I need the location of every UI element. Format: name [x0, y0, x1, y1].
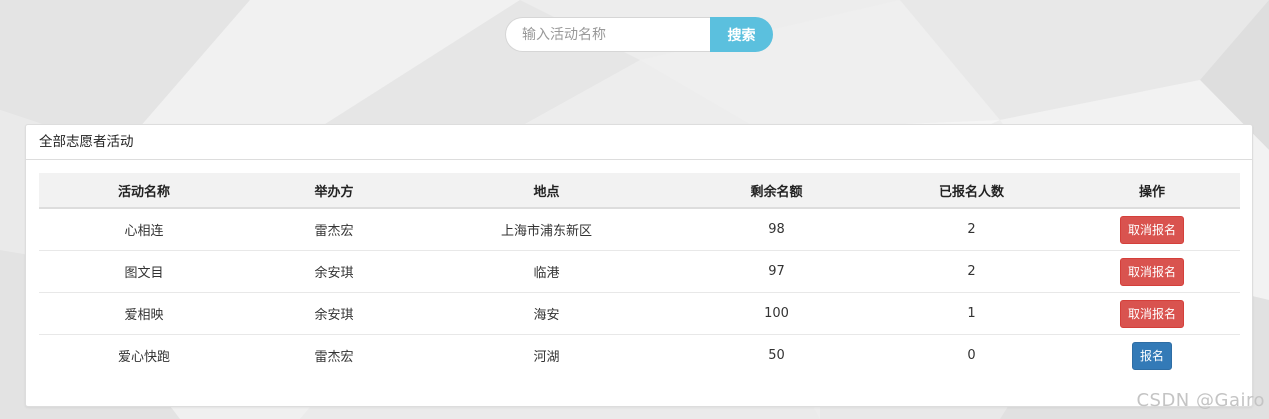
column-header-remaining: 剩余名额	[674, 173, 879, 209]
cell-remaining: 100	[674, 292, 879, 335]
cell-remaining: 50	[674, 334, 879, 376]
cell-activity-name: 图文目	[39, 250, 249, 293]
cancel-signup-button[interactable]: 取消报名	[1119, 299, 1184, 328]
cancel-signup-button[interactable]: 取消报名	[1119, 257, 1184, 286]
cell-remaining: 97	[674, 250, 879, 293]
cell-enrolled: 2	[879, 250, 1064, 293]
search-bar: 搜索	[505, 17, 773, 52]
cell-activity-name: 爱心快跑	[39, 334, 249, 376]
cell-organizer: 雷杰宏	[314, 224, 354, 239]
table-row: 爱相映 余安琪 海安 100 1 取消报名	[39, 292, 1240, 335]
cell-activity-name: 心相连	[124, 224, 164, 239]
search-input[interactable]	[505, 17, 710, 52]
watermark: CSDN @Gairo	[1136, 390, 1265, 411]
table-header-row: 活动名称 举办方 地点 剩余名额 已报名人数 操作	[39, 173, 1240, 209]
column-header-enrolled: 已报名人数	[879, 173, 1064, 209]
cell-action: 报名	[1064, 334, 1240, 376]
activities-table-wrapper: 活动名称 举办方 地点 剩余名额 已报名人数 操作 心相连 雷杰宏 上海市浦东新…	[39, 173, 1240, 376]
cell-remaining: 98	[768, 222, 785, 237]
cell-location: 上海市浦东新区	[500, 224, 592, 239]
search-button[interactable]: 搜索	[710, 17, 773, 52]
column-header-name: 活动名称	[39, 173, 249, 209]
column-header-action: 操作	[1064, 173, 1240, 209]
table-row: 爱心快跑 雷杰宏 河湖 50 0 报名	[39, 334, 1240, 376]
cell-organizer: 余安琪	[249, 250, 419, 293]
cell-organizer: 雷杰宏	[249, 334, 419, 376]
cell-action: 取消报名	[1064, 208, 1240, 251]
cancel-signup-button[interactable]: 取消报名	[1119, 215, 1184, 244]
column-header-location: 地点	[419, 173, 674, 209]
table-row: 心相连 雷杰宏 上海市浦东新区 98 2 取消报名	[39, 208, 1240, 251]
table-row: 图文目 余安琪 临港 97 2 取消报名	[39, 250, 1240, 293]
column-header-organizer: 举办方	[249, 173, 419, 209]
cell-enrolled: 2	[967, 222, 976, 237]
cell-activity-name: 爱相映	[39, 292, 249, 335]
cell-action: 取消报名	[1064, 250, 1240, 293]
activities-panel: 全部志愿者活动 活动名称 举办方 地点 剩余名额 已报名人数 操作 心相连 雷杰…	[25, 124, 1253, 407]
cell-location: 临港	[419, 250, 674, 293]
activities-table: 活动名称 举办方 地点 剩余名额 已报名人数 操作 心相连 雷杰宏 上海市浦东新…	[39, 173, 1240, 376]
cell-enrolled: 0	[879, 334, 1064, 376]
panel-title: 全部志愿者活动	[26, 125, 1252, 160]
cell-organizer: 余安琪	[249, 292, 419, 335]
cell-location: 河湖	[419, 334, 674, 376]
cell-action: 取消报名	[1064, 292, 1240, 335]
signup-button[interactable]: 报名	[1131, 341, 1172, 370]
cell-location: 海安	[419, 292, 674, 335]
cell-enrolled: 1	[879, 292, 1064, 335]
